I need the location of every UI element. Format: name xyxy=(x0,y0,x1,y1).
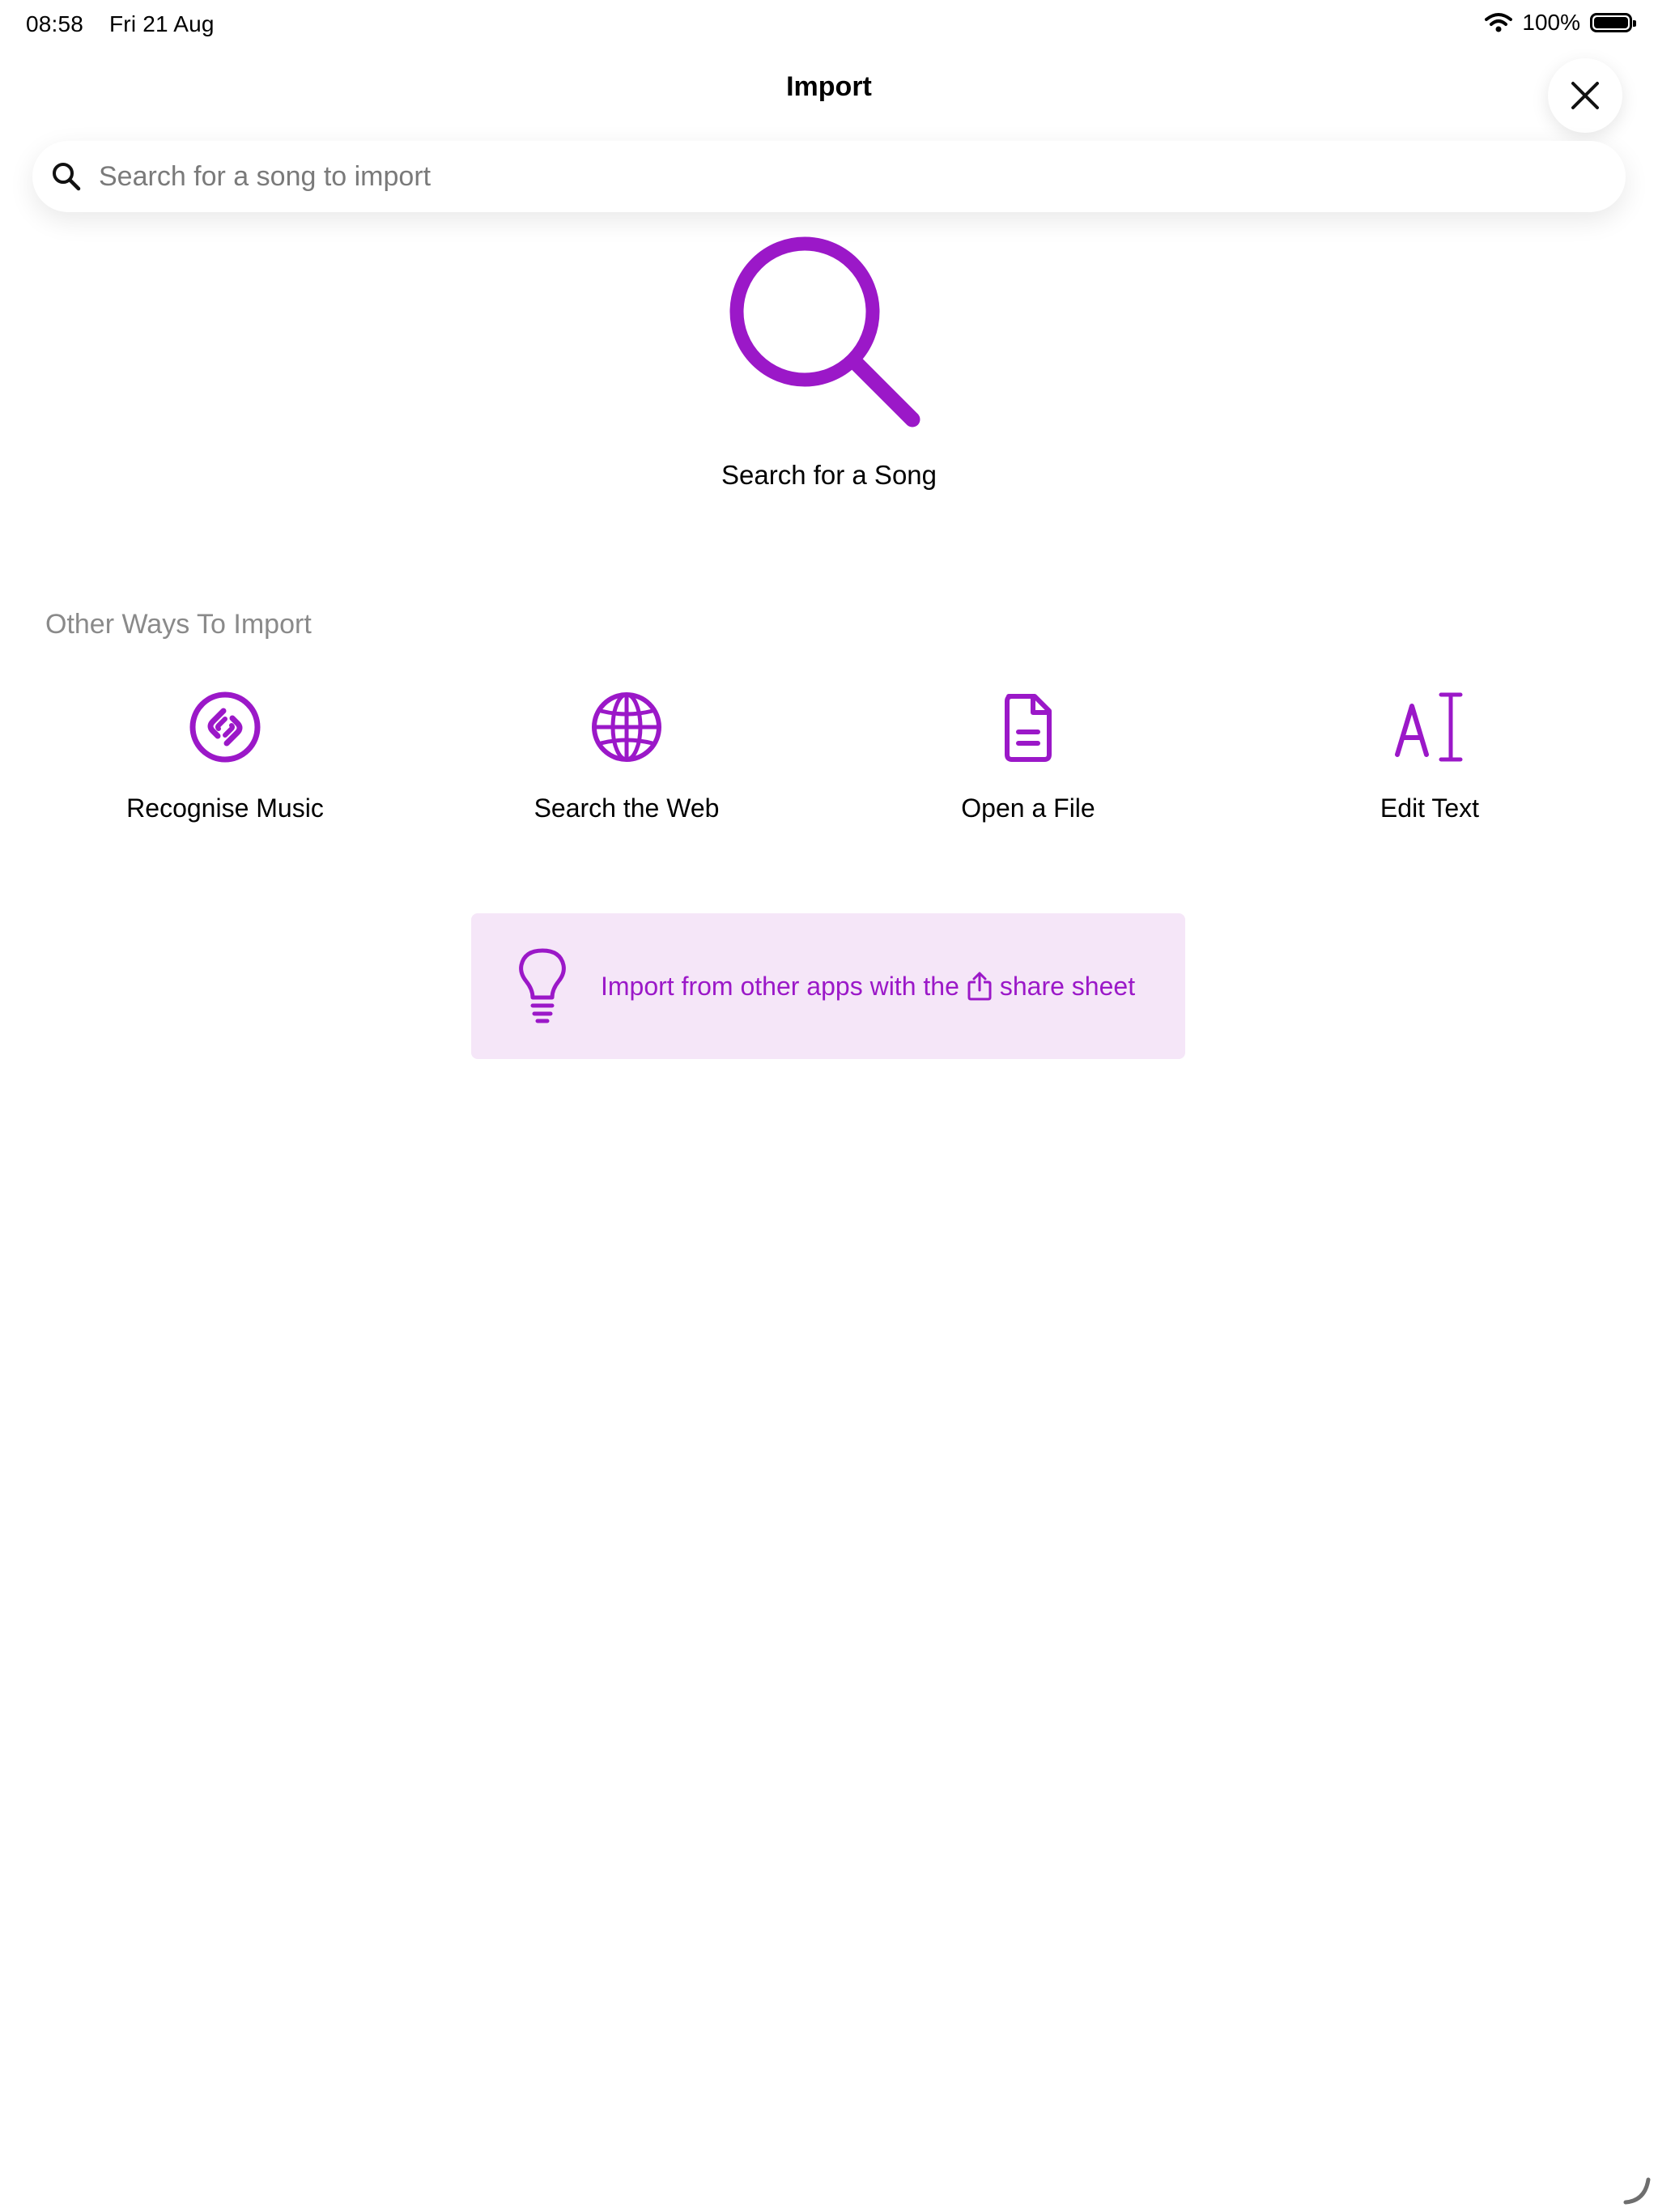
status-date: Fri 21 Aug xyxy=(109,11,215,36)
battery-icon xyxy=(1590,13,1636,32)
tip-text: Import from other apps with the share sh… xyxy=(601,972,1135,1002)
search-icon xyxy=(729,236,920,428)
open-file-button[interactable]: Open a File xyxy=(866,690,1190,823)
status-time: 08:58 xyxy=(26,11,84,36)
search-for-song-label: Search for a Song xyxy=(721,460,937,490)
recognise-music-label: Recognise Music xyxy=(126,793,324,823)
open-file-label: Open a File xyxy=(961,793,1095,823)
status-indicators: 100% xyxy=(1485,10,1636,36)
tip-text-before: Import from other apps with the xyxy=(601,971,959,1001)
search-web-label: Search the Web xyxy=(534,793,720,823)
page-title: Import xyxy=(786,71,872,102)
close-button[interactable] xyxy=(1548,58,1622,133)
search-icon xyxy=(53,163,81,191)
search-for-song-button[interactable]: Search for a Song xyxy=(586,235,1072,491)
resize-handle-icon[interactable] xyxy=(1622,2176,1652,2206)
close-icon xyxy=(1571,82,1599,109)
search-bar[interactable] xyxy=(32,141,1626,212)
wifi-icon xyxy=(1485,13,1513,32)
tip-text-after: share sheet xyxy=(999,971,1136,1001)
share-icon xyxy=(967,972,992,1001)
recognise-music-button[interactable]: Recognise Music xyxy=(63,690,387,823)
document-icon xyxy=(1005,694,1052,762)
text-cursor-icon xyxy=(1395,692,1463,762)
import-screen: 08:58 Fri 21 Aug 100% Import Search for … xyxy=(0,0,1658,2212)
search-input[interactable] xyxy=(97,160,1558,194)
search-web-button[interactable]: Search the Web xyxy=(465,690,789,823)
battery-percentage: 100% xyxy=(1522,10,1580,35)
edit-text-button[interactable]: Edit Text xyxy=(1268,690,1592,823)
shazam-icon xyxy=(189,691,261,763)
lightbulb-icon xyxy=(519,948,566,1023)
globe-icon xyxy=(592,692,661,762)
edit-text-label: Edit Text xyxy=(1380,793,1480,823)
share-sheet-tip: Import from other apps with the share sh… xyxy=(471,913,1185,1059)
status-time-date: 08:58 Fri 21 Aug xyxy=(26,11,215,37)
section-title: Other Ways To Import xyxy=(45,609,312,640)
